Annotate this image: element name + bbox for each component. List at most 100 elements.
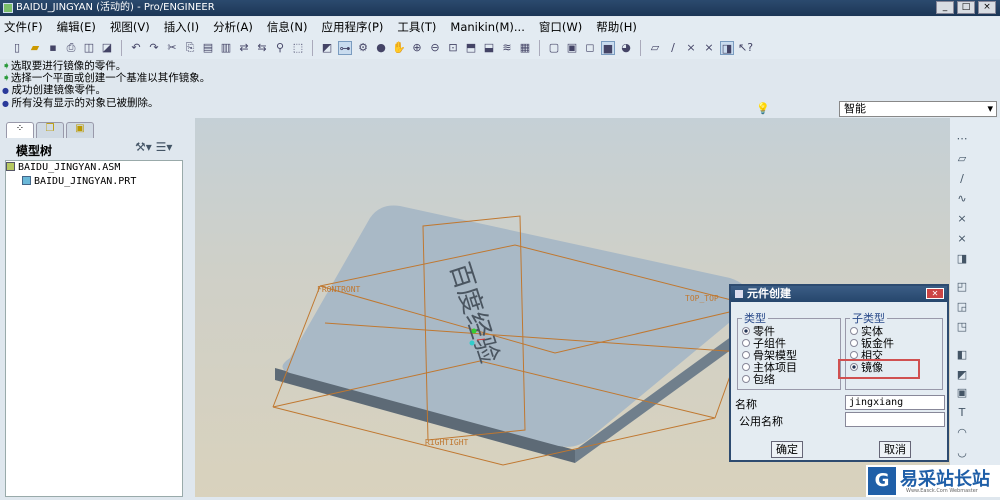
menu-help[interactable]: 帮助(H) (596, 17, 637, 37)
axis-icon[interactable]: ∕ (955, 172, 969, 186)
common-name-label: 公用名称 (739, 415, 783, 428)
zoom-out-icon[interactable]: ⊖ (428, 41, 442, 55)
revolve-icon[interactable]: ◠ (955, 426, 969, 440)
watermark-logo: G 易采站长站 Www.Easck.Com Webmaster (866, 465, 1000, 497)
close-button[interactable]: × (978, 1, 996, 14)
show-icon[interactable]: ☰▾ (156, 140, 173, 154)
undo-icon[interactable]: ↶ (129, 41, 143, 55)
menu-file[interactable]: 文件(F) (4, 17, 43, 37)
appearance-icon[interactable]: ● (374, 41, 388, 55)
highlight-box (838, 359, 920, 379)
save-icon[interactable]: ▪ (46, 41, 60, 55)
csys-marker (469, 340, 475, 346)
select-box-icon[interactable]: ⬚ (291, 41, 305, 55)
name-label: 名称 (735, 398, 757, 411)
name-input[interactable]: jingxiang (845, 395, 945, 410)
datum-plane-tool-icon[interactable]: ⋯ (955, 132, 969, 146)
coordinate-systems-icon[interactable]: ⨯ (702, 41, 716, 55)
curve-icon[interactable]: ∿ (955, 192, 969, 206)
refit-icon[interactable]: ⊡ (446, 41, 460, 55)
tab-favorites[interactable]: ▣ (66, 122, 94, 138)
type-group: 类型 零件 子组件 骨架模型 主体项目 包络 (737, 310, 841, 390)
datum-points-icon[interactable]: × (684, 41, 698, 55)
regenerate-icon[interactable]: ⇄ (237, 41, 251, 55)
saved-views-icon[interactable]: ⬓ (482, 41, 496, 55)
menu-edit[interactable]: 编辑(E) (57, 17, 96, 37)
ok-button[interactable]: 确定 (771, 441, 803, 458)
tab-folder-browser[interactable]: ❐ (36, 122, 64, 138)
pan-icon[interactable]: ✋ (392, 41, 406, 55)
plane-icon[interactable]: ▱ (955, 152, 969, 166)
paste-special-icon[interactable]: ▥ (219, 41, 233, 55)
open-icon[interactable]: ▰ (28, 41, 42, 55)
create-component-icon[interactable]: ◧ (955, 348, 969, 362)
reorient-icon[interactable]: ⬒ (464, 41, 478, 55)
send-icon[interactable]: ◫ (82, 41, 96, 55)
csys-icon[interactable]: ⨯ (955, 232, 969, 246)
print-icon[interactable]: ⎙ (64, 41, 78, 55)
orient-icon[interactable]: ⚙ (356, 41, 370, 55)
cancel-button[interactable]: 取消 (879, 441, 911, 458)
menu-insert[interactable]: 插入(I) (164, 17, 199, 37)
view-manager-icon[interactable]: ▦ (518, 41, 532, 55)
tree-item-prt[interactable]: BAIDU_JINGYAN.PRT (6, 175, 182, 189)
model-display-icon[interactable]: ◕ (619, 41, 633, 55)
model-tree-icon: ⁘ (15, 123, 25, 134)
copy-icon[interactable]: ⎘ (183, 41, 197, 55)
zoom-in-icon[interactable]: ⊕ (410, 41, 424, 55)
package-icon[interactable]: ◳ (955, 320, 969, 334)
find-icon[interactable]: ⚲ (273, 41, 287, 55)
type-legend: 类型 (744, 312, 766, 325)
dialog-close-button[interactable]: ✕ (926, 288, 944, 299)
new-icon[interactable]: ▯ (10, 41, 24, 55)
menu-info[interactable]: 信息(N) (267, 17, 308, 37)
selection-filter-dropdown[interactable]: 智能 (839, 101, 997, 117)
paste-icon[interactable]: ▤ (201, 41, 215, 55)
menu-window[interactable]: 窗口(W) (539, 17, 582, 37)
menu-tools[interactable]: 工具(T) (397, 17, 436, 37)
favorites-icon: ▣ (75, 123, 85, 134)
sweep-icon[interactable]: ◡ (955, 446, 969, 460)
component-icon[interactable]: ▣ (955, 386, 969, 400)
folder-icon: ❐ (45, 123, 55, 134)
menu-bar: 文件(F) 编辑(E) 视图(V) 插入(I) 分析(A) 信息(N) 应用程序… (0, 17, 1000, 37)
datum-axes-icon[interactable]: ∕ (666, 41, 680, 55)
repaint-icon[interactable]: ◩ (320, 41, 334, 55)
message-line: ● 成功创建镜像零件。 (2, 84, 210, 97)
context-help-icon[interactable]: ↖? (738, 41, 753, 55)
datum-planes-icon[interactable]: ▱ (648, 41, 662, 55)
wireframe-icon[interactable]: ▢ (547, 41, 561, 55)
message-text: 选择一个平面或创建一个基准以其作镜象。 (10, 72, 211, 84)
mirror-component-icon[interactable]: ◩ (955, 368, 969, 382)
add-component-icon[interactable]: ◰ (955, 280, 969, 294)
menu-applications[interactable]: 应用程序(P) (321, 17, 383, 37)
settings-icon[interactable]: ⚒▾ (135, 140, 152, 154)
regenerate-manager-icon[interactable]: ⇆ (255, 41, 269, 55)
message-line: ➧选择一个平面或创建一个基准以其作镜象。 (2, 72, 210, 84)
no-hidden-icon[interactable]: ◻ (583, 41, 597, 55)
shading-icon[interactable]: ■ (601, 41, 615, 55)
tree-item-label: BAIDU_JINGYAN.ASM (18, 162, 121, 173)
minimize-button[interactable]: _ (936, 1, 954, 14)
redo-icon[interactable]: ↷ (147, 41, 161, 55)
maximize-button[interactable]: □ (957, 1, 975, 14)
point-icon[interactable]: × (955, 212, 969, 226)
hidden-line-icon[interactable]: ▣ (565, 41, 579, 55)
menu-analysis[interactable]: 分析(A) (213, 17, 253, 37)
cut-out-icon[interactable]: T (955, 406, 969, 420)
csys-marker (471, 328, 477, 334)
type-envelope-radio[interactable]: 包络 (742, 374, 836, 386)
mail-icon[interactable]: ◪ (100, 41, 114, 55)
tree-item-asm[interactable]: BAIDU_JINGYAN.ASM (6, 161, 182, 175)
analysis-icon[interactable]: ◨ (955, 252, 969, 266)
menu-manikin[interactable]: Manikin(M)... (450, 17, 524, 37)
layers-icon[interactable]: ≋ (500, 41, 514, 55)
assemble-icon[interactable]: ◲ (955, 300, 969, 314)
prompt-arrow-icon: ➧ (2, 72, 11, 84)
tab-model-tree[interactable]: ⁘ (6, 122, 34, 138)
spin-center-icon[interactable]: ⊶ (338, 41, 352, 55)
annotation-icon[interactable]: ◨ (720, 41, 734, 55)
cut-icon[interactable]: ✂ (165, 41, 179, 55)
common-name-input[interactable] (845, 412, 945, 427)
menu-view[interactable]: 视图(V) (110, 17, 150, 37)
